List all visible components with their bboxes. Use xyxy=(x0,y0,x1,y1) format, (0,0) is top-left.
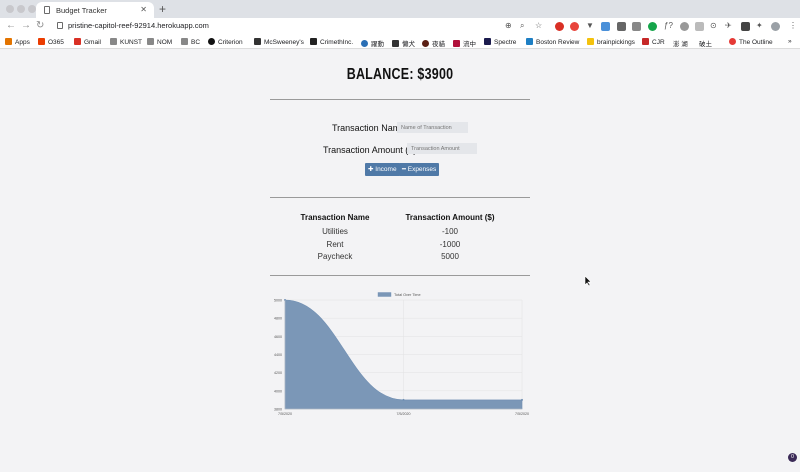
maximize-window-icon[interactable] xyxy=(28,5,36,13)
more-bookmarks-icon[interactable]: » xyxy=(788,38,792,45)
y-tick-label: 4000 xyxy=(274,389,282,393)
bookmark-mcsweeneys[interactable]: McSweeney's xyxy=(254,38,304,46)
y-tick-label: 5000 xyxy=(274,299,282,303)
extension-icon[interactable] xyxy=(680,22,689,31)
table-header-amount: Transaction Amount ($) xyxy=(405,213,495,222)
extension-icon[interactable] xyxy=(695,22,704,31)
expenses-button[interactable]: ━ Expenses xyxy=(399,163,440,176)
divider xyxy=(270,99,530,100)
table-cell-name: Rent xyxy=(326,240,344,249)
forward-icon[interactable]: → xyxy=(21,20,31,32)
transaction-amount-label: Transaction Amount ($) xyxy=(323,145,417,155)
table-cell-name: Paycheck xyxy=(317,252,353,261)
y-tick-label: 4800 xyxy=(274,317,282,321)
bookmarks-bar: Apps O365 Gmail KUNST NOM BC Criterion M… xyxy=(0,35,800,49)
bookmark-spectre[interactable]: Spectre xyxy=(484,38,516,46)
minimize-window-icon[interactable] xyxy=(17,5,25,13)
bookmark-bc[interactable]: BC xyxy=(181,38,200,46)
extension-icon[interactable]: ▼ xyxy=(586,20,594,32)
transaction-amount-input[interactable] xyxy=(407,143,477,154)
bookmark-cjr[interactable]: CJR xyxy=(642,38,665,46)
bookmark-9[interactable]: 躍動 xyxy=(361,38,384,48)
bookmark-10[interactable]: 懶犬 xyxy=(392,38,415,48)
plus-icon: ✚ xyxy=(368,166,374,173)
x-tick-label: 7/5/2020 xyxy=(278,412,292,416)
table-cell-amount: 5000 xyxy=(441,252,459,261)
data-point xyxy=(521,398,523,401)
legend-swatch xyxy=(377,292,392,297)
y-tick-label: 4600 xyxy=(274,335,282,339)
browser-toolbar: ← → ↻ pristine-capitol-reef-92914.heroku… xyxy=(0,18,800,35)
total-over-time-chart: 3800 4000 4200 4400 4600 4800 5000 7/5/2020 7/5/… xyxy=(274,292,529,416)
extension-icon[interactable] xyxy=(617,22,626,31)
x-tick-label: 7/5/2020 xyxy=(397,412,411,416)
bookmark-brainpickings[interactable]: brainpickings xyxy=(587,38,635,46)
minus-icon: ━ xyxy=(402,166,406,173)
extension-icon[interactable] xyxy=(632,22,641,31)
bookmark-star-icon[interactable]: ☆ xyxy=(535,20,542,32)
table-cell-amount: -1000 xyxy=(439,240,461,249)
close-tab-icon[interactable]: ✕ xyxy=(140,5,147,14)
notification-badge[interactable]: 0 xyxy=(788,453,797,462)
bookmark-gmail[interactable]: Gmail xyxy=(74,38,101,46)
menu-kebab-icon[interactable]: ⋮ xyxy=(789,20,797,32)
close-window-icon[interactable] xyxy=(6,5,14,13)
divider xyxy=(270,275,530,276)
mouse-cursor-icon xyxy=(584,275,592,287)
extensions-puzzle-icon[interactable]: ✦ xyxy=(756,20,763,32)
browser-tab[interactable]: Budget Tracker ✕ xyxy=(36,2,154,18)
bookmark-o365[interactable]: O365 xyxy=(38,38,64,46)
y-tick-label: 4200 xyxy=(274,371,282,375)
transaction-name-label: Transaction Name xyxy=(332,123,406,133)
table-header-name: Transaction Name xyxy=(300,213,370,222)
extension-icon[interactable] xyxy=(601,22,610,31)
bookmark-18[interactable]: 破土 xyxy=(699,38,712,48)
bookmark-boston-review[interactable]: Boston Review xyxy=(526,38,579,46)
page-icon xyxy=(44,6,50,14)
extension-icon[interactable] xyxy=(741,22,750,31)
bookmark-kunst[interactable]: KUNST xyxy=(110,38,142,46)
extension-icon[interactable]: ⊙ xyxy=(710,20,717,32)
extension-icon[interactable] xyxy=(555,22,564,31)
y-tick-label: 3800 xyxy=(274,408,282,412)
install-icon[interactable]: ⊕ xyxy=(505,20,512,32)
bookmark-apps[interactable]: Apps xyxy=(5,38,30,46)
browser-tab-strip: Budget Tracker ✕ + xyxy=(0,0,800,18)
balance-heading: Balance: $3900 xyxy=(346,66,454,83)
new-tab-button[interactable]: + xyxy=(159,2,166,16)
table-cell-name: Utilities xyxy=(322,227,348,236)
extension-icon[interactable] xyxy=(648,22,657,31)
legend-label: Total Over Time xyxy=(394,293,421,297)
transaction-name-input[interactable] xyxy=(397,122,468,133)
bookmark-criterion[interactable]: Criterion xyxy=(208,38,243,46)
lock-icon xyxy=(57,22,63,29)
back-icon[interactable]: ← xyxy=(6,20,16,32)
divider xyxy=(270,197,530,198)
extension-icon[interactable]: ✈ xyxy=(725,20,732,32)
extension-icon[interactable] xyxy=(570,22,579,31)
bookmark-nom[interactable]: NOM xyxy=(147,38,172,46)
tab-title: Budget Tracker xyxy=(56,6,107,15)
bookmark-the-outline[interactable]: The Outline xyxy=(729,38,773,46)
x-tick-label: 7/5/2020 xyxy=(515,412,529,416)
extension-icon[interactable]: ƒ? xyxy=(664,20,673,32)
bookmark-crimethinc[interactable]: CrimethInc. xyxy=(310,38,353,46)
bookmark-12[interactable]: 流中 xyxy=(453,38,476,48)
bookmark-11[interactable]: 夜貓 xyxy=(422,38,445,48)
reload-icon[interactable]: ↻ xyxy=(36,20,44,32)
profile-avatar-icon[interactable] xyxy=(771,22,780,31)
zoom-icon[interactable]: ⌕ xyxy=(520,20,524,32)
address-bar[interactable]: pristine-capitol-reef-92914.herokuapp.co… xyxy=(68,21,209,30)
bookmark-17[interactable]: 澎 湖 xyxy=(673,38,688,48)
table-cell-amount: -100 xyxy=(441,227,458,236)
y-tick-label: 4400 xyxy=(274,353,282,357)
data-point xyxy=(402,398,405,401)
income-button[interactable]: ✚ Income xyxy=(365,163,400,176)
